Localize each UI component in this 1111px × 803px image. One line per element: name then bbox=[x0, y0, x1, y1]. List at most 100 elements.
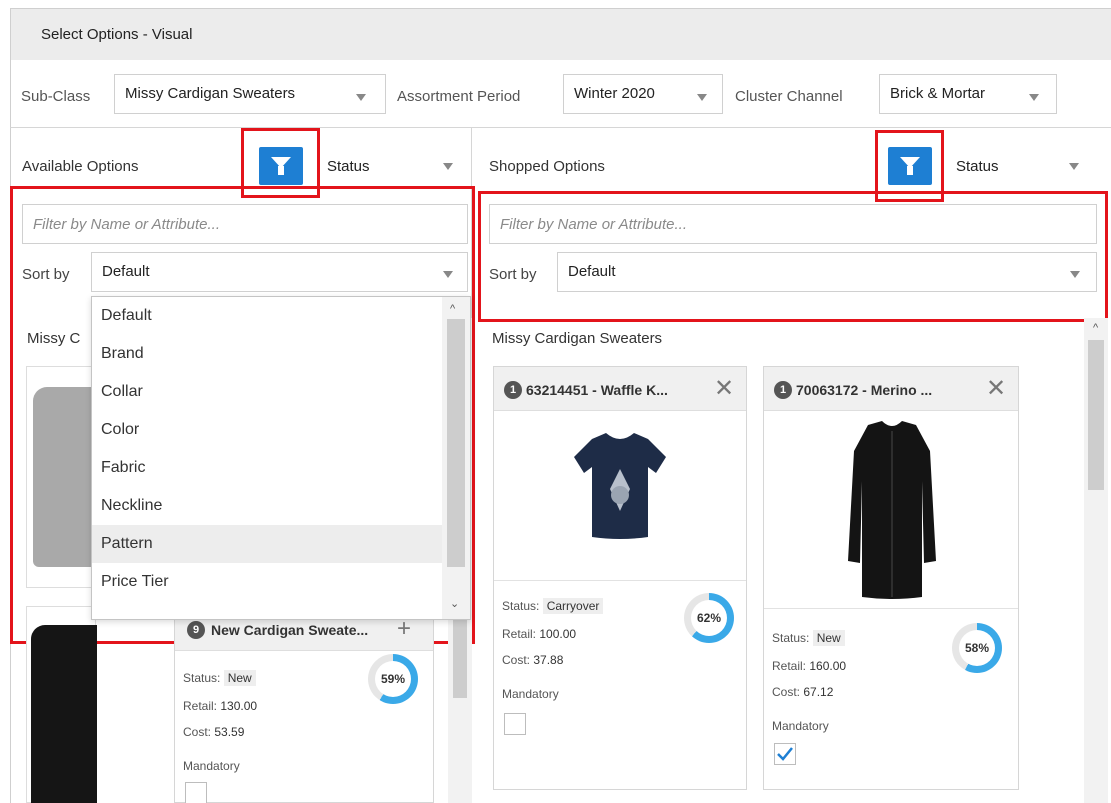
available-sort-value: Default bbox=[102, 263, 150, 280]
status-label: Status: bbox=[502, 599, 540, 613]
cost-value: 53.59 bbox=[214, 725, 245, 739]
card-title: New Cardigan Sweate... bbox=[211, 622, 369, 638]
scroll-thumb[interactable] bbox=[447, 319, 465, 567]
window-title-bar: Select Options - Visual bbox=[10, 8, 1111, 60]
available-option-card[interactable]: 9 New Cardigan Sweate... + Status: New R… bbox=[174, 606, 434, 803]
shopped-options-title: Shopped Options bbox=[489, 158, 605, 175]
chevron-down-icon bbox=[1070, 271, 1080, 278]
status-badge: Carryover bbox=[542, 598, 604, 614]
sort-option[interactable]: Price Tier bbox=[92, 563, 442, 601]
assortment-period-select[interactable]: Winter 2020 bbox=[563, 74, 723, 114]
scroll-up-icon[interactable]: ^ bbox=[450, 303, 455, 315]
shopped-filter-placeholder: Filter by Name or Attribute... bbox=[500, 216, 688, 233]
dropdown-scrollbar[interactable]: ^ ⌄ bbox=[442, 297, 470, 619]
assortment-period-label: Assortment Period bbox=[397, 88, 521, 105]
chevron-down-icon bbox=[356, 94, 366, 101]
cluster-channel-select[interactable]: Brick & Mortar bbox=[879, 74, 1057, 114]
assortment-period-value: Winter 2020 bbox=[574, 85, 655, 102]
retail-value: 130.00 bbox=[220, 699, 258, 713]
subclass-select[interactable]: Missy Cardigan Sweaters bbox=[114, 74, 386, 114]
available-filter-input[interactable]: Filter by Name or Attribute... bbox=[22, 204, 468, 244]
cluster-channel-value: Brick & Mortar bbox=[890, 85, 986, 102]
status-badge: New bbox=[812, 630, 845, 646]
selector-row: Sub-Class Missy Cardigan Sweaters Assort… bbox=[10, 60, 1111, 128]
available-sort-select[interactable]: Default bbox=[91, 252, 468, 292]
sort-option[interactable]: Color bbox=[92, 411, 442, 449]
scroll-up-icon[interactable]: ^ bbox=[1093, 322, 1098, 334]
chevron-down-icon bbox=[1029, 94, 1039, 101]
percent-value: 62% bbox=[691, 600, 727, 636]
percent-value: 59% bbox=[375, 661, 411, 697]
retail-label: Retail: bbox=[502, 627, 537, 641]
retail-value: 100.00 bbox=[539, 627, 577, 641]
product-thumbnail[interactable] bbox=[26, 606, 97, 803]
chevron-down-icon bbox=[443, 163, 453, 170]
shopped-option-card[interactable]: 1 70063172 - Merino ... ✕ Status: New Re… bbox=[763, 366, 1019, 790]
status-label: Status: bbox=[772, 631, 810, 645]
percent-donut: 62% bbox=[684, 593, 734, 643]
available-status-value: Status bbox=[327, 158, 370, 175]
checkmark-icon bbox=[777, 747, 793, 761]
mandatory-checkbox[interactable] bbox=[504, 713, 526, 735]
shopped-status-select[interactable]: Status bbox=[944, 147, 1094, 185]
percent-donut: 58% bbox=[952, 623, 1002, 673]
subclass-label: Sub-Class bbox=[21, 88, 91, 105]
sort-option[interactable]: Default bbox=[92, 297, 442, 335]
sort-option[interactable]: Fabric bbox=[92, 449, 442, 487]
shopped-scrollbar[interactable]: ^ bbox=[1084, 318, 1108, 803]
card-title: 63214451 - Waffle K... bbox=[526, 382, 668, 398]
window-title: Select Options - Visual bbox=[41, 26, 193, 43]
add-icon[interactable]: + bbox=[397, 617, 411, 641]
available-status-select[interactable]: Status bbox=[318, 147, 468, 185]
product-image-area bbox=[764, 411, 1018, 609]
sort-dropdown-list[interactable]: ^ ⌄ Default Brand Collar Color Fabric Ne… bbox=[91, 296, 471, 620]
subclass-value: Missy Cardigan Sweaters bbox=[125, 85, 296, 102]
count-badge: 1 bbox=[504, 381, 522, 399]
retail-value: 160.00 bbox=[809, 659, 847, 673]
close-icon[interactable]: ✕ bbox=[714, 377, 734, 401]
shopped-sort-select[interactable]: Default bbox=[557, 252, 1097, 292]
status-badge: New bbox=[223, 670, 256, 686]
available-sort-label: Sort by bbox=[22, 266, 70, 283]
scroll-thumb[interactable] bbox=[1088, 340, 1104, 490]
mandatory-label: Mandatory bbox=[183, 759, 240, 773]
available-options-title: Available Options bbox=[22, 158, 139, 175]
shopped-option-card[interactable]: 1 63214451 - Waffle K... ✕ Status: Carry… bbox=[493, 366, 747, 790]
sort-option[interactable]: Brand bbox=[92, 335, 442, 373]
shopped-sort-value: Default bbox=[568, 263, 616, 280]
close-icon[interactable]: ✕ bbox=[986, 377, 1006, 401]
chevron-down-icon bbox=[1069, 163, 1079, 170]
retail-label: Retail: bbox=[772, 659, 807, 673]
mandatory-label: Mandatory bbox=[772, 719, 829, 733]
status-label: Status: bbox=[183, 671, 221, 685]
black-cardigan-image bbox=[848, 421, 936, 599]
chevron-down-icon bbox=[697, 94, 707, 101]
cost-label: Cost: bbox=[502, 653, 531, 667]
shopped-sort-label: Sort by bbox=[489, 266, 537, 283]
product-thumbnail[interactable] bbox=[26, 366, 97, 588]
shopped-status-value: Status bbox=[956, 158, 999, 175]
mandatory-checkbox-checked[interactable] bbox=[774, 743, 796, 765]
cost-label: Cost: bbox=[772, 685, 801, 699]
mandatory-label: Mandatory bbox=[502, 687, 559, 701]
sort-option[interactable]: Collar bbox=[92, 373, 442, 411]
available-filter-placeholder: Filter by Name or Attribute... bbox=[33, 216, 221, 233]
product-image-area bbox=[494, 411, 746, 581]
chevron-down-icon bbox=[443, 271, 453, 278]
mandatory-checkbox[interactable] bbox=[185, 782, 207, 803]
navy-tshirt-image bbox=[574, 433, 666, 539]
percent-donut: 59% bbox=[368, 654, 418, 704]
sort-option[interactable]: Neckline bbox=[92, 487, 442, 525]
cluster-channel-label: Cluster Channel bbox=[735, 88, 843, 105]
scroll-down-icon[interactable]: ⌄ bbox=[450, 597, 459, 610]
sort-option-hovered[interactable]: Pattern bbox=[92, 525, 442, 563]
cost-value: 67.12 bbox=[803, 685, 834, 699]
shopped-filter-input[interactable]: Filter by Name or Attribute... bbox=[489, 204, 1097, 244]
cost-label: Cost: bbox=[183, 725, 212, 739]
black-cardigan-image bbox=[31, 625, 97, 803]
percent-value: 58% bbox=[959, 630, 995, 666]
count-badge: 9 bbox=[187, 621, 205, 639]
available-group-title: Missy C bbox=[27, 330, 81, 347]
retail-label: Retail: bbox=[183, 699, 218, 713]
shopped-group-title: Missy Cardigan Sweaters bbox=[492, 330, 663, 347]
